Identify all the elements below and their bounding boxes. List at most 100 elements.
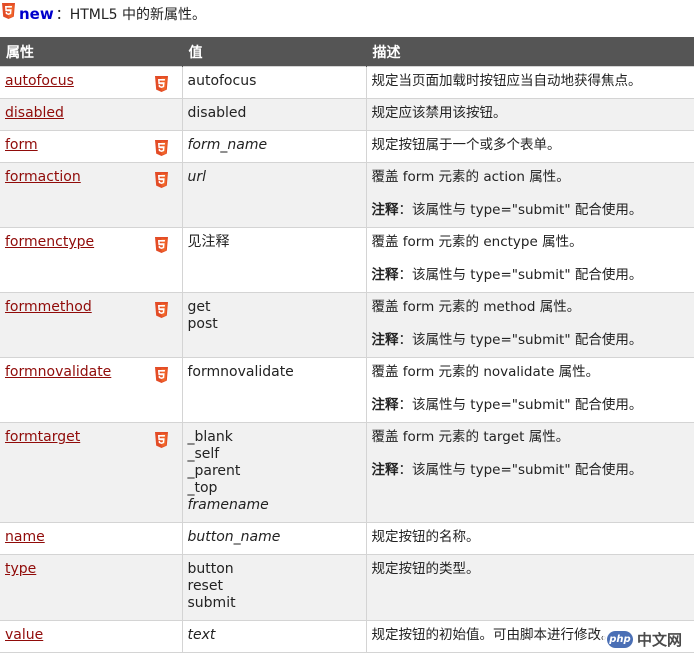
attribute-cell: formenctype: [0, 227, 183, 293]
description-note: 注释：该属性与 type="submit" 配合使用。: [372, 202, 690, 219]
attribute-cell: value: [0, 620, 183, 653]
note-label: 注释: [371, 202, 399, 218]
description-cell: 规定应该禁用该按钮。: [365, 98, 694, 131]
description-note: 注释：该属性与 type="submit" 配合使用。: [372, 397, 690, 414]
value-text: _top: [187, 480, 218, 496]
value-text: form_name: [187, 137, 268, 153]
description-text: 覆盖 form 元素的 method 属性。: [371, 299, 581, 315]
attribute-link[interactable]: formtarget: [5, 429, 80, 445]
table-row: type button reset submit 规定按钮的类型。: [0, 554, 694, 621]
header-value: 值: [182, 37, 367, 67]
note-text: ：该属性与 type="submit" 配合使用。: [398, 462, 643, 478]
attribute-link[interactable]: name: [5, 529, 45, 545]
value-cell: formnovalidate: [181, 357, 367, 423]
attribute-link[interactable]: type: [5, 561, 36, 577]
description-cell: 规定按钮属于一个或多个表单。: [365, 130, 694, 163]
value-cell: 见注释: [181, 227, 367, 293]
attribute-cell: formaction: [0, 162, 183, 228]
html5-badge-icon: [154, 140, 168, 156]
value-text: submit: [187, 595, 236, 611]
note-text: ：该属性与 type="submit" 配合使用。: [398, 332, 643, 348]
php-logo-icon: php: [606, 631, 633, 648]
description-cell: 规定按钮的名称。: [365, 522, 694, 555]
attribute-link[interactable]: autofocus: [5, 73, 74, 89]
table-row: autofocus autofocus 规定当页面加载时按钮应当自动地获得焦点。: [0, 66, 694, 99]
legend-new-label: new: [19, 5, 54, 23]
table-row: formnovalidate formnovalidate 覆盖 form 元素的 …: [0, 357, 694, 423]
attribute-link[interactable]: value: [5, 627, 43, 643]
value-cell: _blank _self _parent _top framename: [181, 422, 367, 523]
description-text: 覆盖 form 元素的 novalidate 属性。: [371, 364, 600, 380]
attributes-table: 属性 值 描述 autofocus autofocus 规定当页面加载时按钮应当自动…: [0, 37, 694, 653]
html5-badge-icon: [154, 172, 168, 188]
description-text: 覆盖 form 元素的 action 属性。: [371, 169, 570, 185]
value-cell: text: [181, 620, 367, 653]
table-row: form form_name 规定按钮属于一个或多个表单。: [0, 130, 694, 163]
table-row: disabled disabled 规定应该禁用该按钮。: [0, 98, 694, 131]
attribute-link[interactable]: formenctype: [5, 234, 94, 250]
value-text: framename: [187, 497, 269, 513]
attribute-cell: formnovalidate: [0, 357, 183, 423]
html5-badge-icon: [154, 367, 168, 383]
note-text: ：该属性与 type="submit" 配合使用。: [398, 267, 643, 283]
value-cell: disabled: [181, 98, 367, 131]
html5-badge-icon: [154, 432, 168, 448]
value-text: reset: [187, 578, 223, 594]
attribute-link[interactable]: disabled: [5, 105, 64, 121]
value-cell: button_name: [181, 522, 367, 555]
legend: new ：HTML5 中的新属性。: [0, 0, 694, 28]
note-text: ：该属性与 type="submit" 配合使用。: [398, 202, 643, 218]
description-cell: 覆盖 form 元素的 enctype 属性。 注释：该属性与 type="sub…: [365, 227, 694, 293]
value-cell: url: [181, 162, 367, 228]
attribute-cell: disabled: [0, 98, 183, 131]
note-label: 注释: [371, 267, 399, 283]
html5-badge-icon: [2, 3, 15, 19]
attribute-cell: type: [0, 554, 183, 621]
description-cell: 规定当页面加载时按钮应当自动地获得焦点。: [365, 66, 694, 99]
watermark-text: 中文网: [636, 631, 682, 649]
html5-badge-icon: [154, 302, 168, 318]
html5-badge-icon: [154, 76, 168, 92]
value-text: _parent: [187, 463, 241, 479]
attribute-cell: autofocus: [0, 66, 183, 99]
table-row: formtarget _blank _self _parent _top framenam…: [0, 422, 694, 523]
description-text: 覆盖 form 元素的 enctype 属性。: [371, 234, 583, 250]
value-text: disabled: [187, 105, 247, 121]
table-row: value text 规定按钮的初始值。可由脚本进行修改。: [0, 620, 694, 653]
note-text: ：该属性与 type="submit" 配合使用。: [398, 397, 643, 413]
note-label: 注释: [371, 462, 399, 478]
description-text: 覆盖 form 元素的 target 属性。: [371, 429, 570, 445]
header-description: 描述: [366, 37, 694, 67]
description-note: 注释：该属性与 type="submit" 配合使用。: [372, 332, 690, 349]
attribute-cell: formmethod: [0, 292, 183, 358]
description-cell: 规定按钮的类型。: [365, 554, 694, 621]
value-text: autofocus: [187, 73, 257, 89]
description-text: 规定按钮的名称。: [371, 529, 480, 545]
value-text: _blank: [187, 429, 233, 445]
description-text: 规定按钮属于一个或多个表单。: [371, 137, 561, 153]
description-note: 注释：该属性与 type="submit" 配合使用。: [372, 267, 690, 284]
attribute-link[interactable]: formmethod: [5, 299, 92, 315]
table-header-row: 属性 值 描述: [0, 37, 694, 67]
description-text: 规定按钮的初始值。可由脚本进行修改。: [371, 627, 615, 643]
value-text: get: [187, 299, 211, 315]
description-cell: 覆盖 form 元素的 novalidate 属性。注释：该属性与 type="…: [365, 357, 694, 423]
html5-badge-icon: [154, 237, 168, 253]
attribute-link[interactable]: formaction: [5, 169, 81, 185]
description-cell: 覆盖 form 元素的 method 属性。注释：该属性与 type="subm…: [365, 292, 694, 358]
description-text: 规定当页面加载时按钮应当自动地获得焦点。: [371, 73, 642, 89]
attribute-link[interactable]: formnovalidate: [5, 364, 111, 380]
description-note: 注释：该属性与 type="submit" 配合使用。: [372, 462, 690, 479]
attribute-cell: formtarget: [0, 422, 183, 523]
description-cell: 覆盖 form 元素的 target 属性。 注释：该属性与 type="subm…: [365, 422, 694, 523]
attribute-link[interactable]: form: [5, 137, 38, 153]
value-text: 见注释: [187, 234, 230, 250]
table-row: formmethod get post 覆盖 form 元素的 method 属性。注…: [0, 292, 694, 358]
attribute-cell: name: [0, 522, 183, 555]
value-text: post: [187, 316, 218, 332]
value-cell: form_name: [181, 130, 367, 163]
description-text: 规定按钮的类型。: [371, 561, 480, 577]
header-attribute: 属性: [0, 37, 183, 67]
value-text: url: [187, 169, 207, 185]
watermark: php 中文网: [602, 628, 686, 651]
